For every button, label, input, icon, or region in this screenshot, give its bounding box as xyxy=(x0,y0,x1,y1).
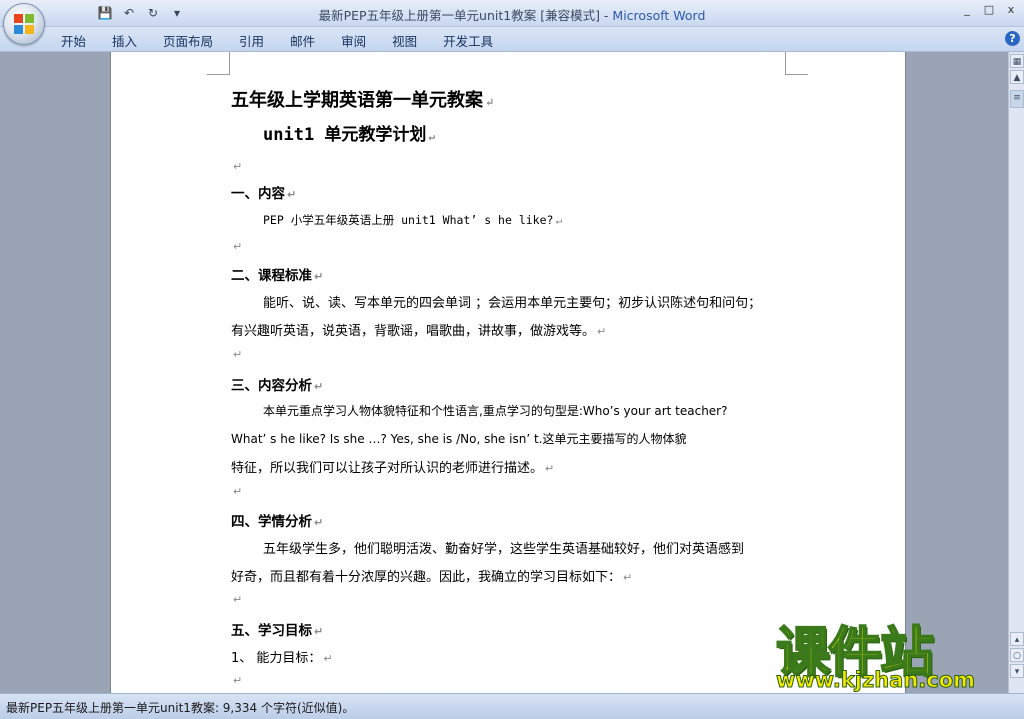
section-text: 好奇，而且都有着十分浓厚的兴趣。因此，我确立的学习目标如下： ↵ xyxy=(231,570,633,585)
tab-review[interactable]: 审阅 xyxy=(328,27,379,51)
document-page[interactable]: 五年级上学期英语第一单元教案 ↵ unit1 单元教学计划 ↵ ↵ 一、内容 ↵ PE… xyxy=(110,52,906,693)
vertical-scrollbar[interactable]: ▦ ▲ ≡ ▴ ○ ▾ xyxy=(1008,52,1024,693)
paragraph-mark: ↵ xyxy=(233,485,243,498)
watermark-url: www.kjzhan.com xyxy=(775,668,976,693)
select-browse-object-icon[interactable]: ○ xyxy=(1010,648,1024,662)
office-button[interactable] xyxy=(3,3,45,45)
minimize-button[interactable]: _ xyxy=(958,2,976,18)
section-text: 有兴趣听英语，说英语，背歌谣，唱歌曲，讲故事，做游戏等。 ↵ xyxy=(231,324,607,339)
window-controls: _ □ x xyxy=(958,2,1020,18)
tab-mailings[interactable]: 邮件 xyxy=(277,27,328,51)
section-text: PEP 小学五年级英语上册 unit1 What’ s he like? ↵ xyxy=(263,213,563,227)
doc-subtitle: unit1 单元教学计划 ↵ xyxy=(263,125,436,145)
ribbon-tab-bar: 开始 插入 页面布局 引用 邮件 审阅 视图 开发工具 ? xyxy=(0,27,1024,52)
section-heading: 三、内容分析 ↵ xyxy=(231,378,324,394)
close-button[interactable]: x xyxy=(1002,2,1020,18)
section-heading: 四、学情分析 ↵ xyxy=(231,514,324,530)
paragraph-mark: ↵ xyxy=(233,348,243,361)
paragraph-mark: ↵ xyxy=(233,160,243,173)
tab-home[interactable]: 开始 xyxy=(48,27,99,51)
office-logo-icon xyxy=(14,14,34,34)
document-title: 最新PEP五年级上册第一单元unit1教案 [兼容模式] - xyxy=(318,8,613,23)
title-bar: 💾 ↶ ↻ ▾ 最新PEP五年级上册第一单元unit1教案 [兼容模式] - M… xyxy=(0,0,1024,27)
window-title: 最新PEP五年级上册第一单元unit1教案 [兼容模式] - Microsoft… xyxy=(0,5,1024,24)
maximize-button[interactable]: □ xyxy=(980,2,998,18)
section-heading: 五、学习目标 ↵ xyxy=(231,623,324,639)
paragraph-mark: ↵ xyxy=(233,240,243,253)
section-text: 五年级学生多，他们聪明活泼、勤奋好学，这些学生英语基础较好，他们对英语感到 xyxy=(263,542,745,557)
section-text: 能听、说、读、写本单元的四会单词 ；会运用本单元主要句；初步认识陈述句和问句； xyxy=(263,296,762,311)
tab-page-layout[interactable]: 页面布局 xyxy=(150,27,226,51)
app-name: Microsoft Word xyxy=(612,8,706,23)
tab-view[interactable]: 视图 xyxy=(379,27,430,51)
doc-title: 五年级上学期英语第一单元教案 ↵ xyxy=(231,90,495,111)
section-text: 特征，所以我们可以让孩子对所认识的老师进行描述。 ↵ xyxy=(231,461,555,476)
paragraph-mark: ↵ xyxy=(233,674,243,687)
section-text: What’ s he like? Is she …? Yes, she is /… xyxy=(231,432,687,446)
prev-page-icon[interactable]: ▴ xyxy=(1010,632,1024,646)
crop-mark-right xyxy=(785,52,808,75)
scroll-up-icon[interactable]: ▲ xyxy=(1010,70,1024,84)
help-icon[interactable]: ? xyxy=(1005,31,1020,46)
crop-mark-left xyxy=(207,52,230,75)
document-workspace: 五年级上学期英语第一单元教案 ↵ unit1 单元教学计划 ↵ ↵ 一、内容 ↵ PE… xyxy=(0,52,1008,693)
scroll-thumb[interactable]: ≡ xyxy=(1010,90,1024,108)
tab-developer[interactable]: 开发工具 xyxy=(430,27,506,51)
tab-references[interactable]: 引用 xyxy=(226,27,277,51)
section-heading: 一、内容 ↵ xyxy=(231,186,297,202)
section-heading: 二、课程标准 ↵ xyxy=(231,268,324,284)
tab-insert[interactable]: 插入 xyxy=(99,27,150,51)
watermark: 课件站 www.kjzhan.com xyxy=(768,608,1008,698)
section-text: 1、 能力目标： ↵ xyxy=(231,651,333,666)
status-word-count[interactable]: 最新PEP五年级上册第一单元unit1教案: 9,334 个字符(近似值)。 xyxy=(6,699,354,716)
section-text: 本单元重点学习人物体貌特征和个性语言,重点学习的句型是:Who’s your a… xyxy=(263,404,728,418)
view-ruler-icon[interactable]: ▦ xyxy=(1010,54,1024,68)
paragraph-mark: ↵ xyxy=(233,593,243,606)
next-page-icon[interactable]: ▾ xyxy=(1010,664,1024,678)
